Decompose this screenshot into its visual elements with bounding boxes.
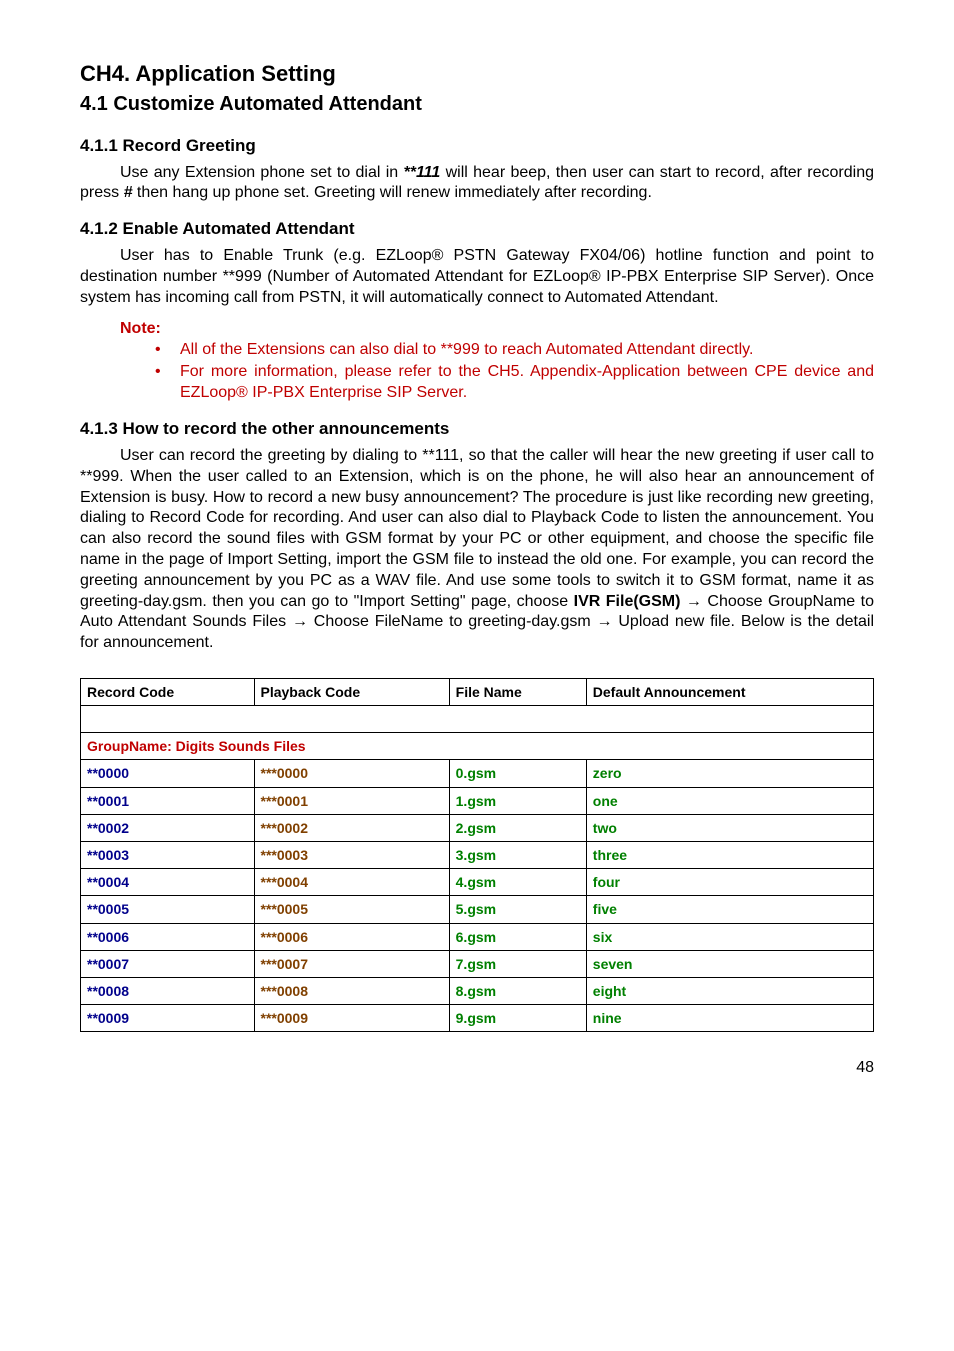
announcement-cell: nine	[586, 1005, 873, 1032]
header-record-code: Record Code	[81, 679, 255, 706]
group-name-cell: GroupName: Digits Sounds Files	[81, 733, 874, 760]
table-row: **0000***00000.gsmzero	[81, 760, 874, 787]
file-name-cell: 5.gsm	[449, 896, 586, 923]
record-code-cell: **0008	[81, 977, 255, 1004]
file-name-cell: 8.gsm	[449, 977, 586, 1004]
playback-code-cell: ***0001	[254, 787, 449, 814]
announcement-cell: two	[586, 814, 873, 841]
record-code-cell: **0000	[81, 760, 255, 787]
page-number: 48	[80, 1058, 874, 1079]
announcement-cell: six	[586, 923, 873, 950]
subsection-413-heading: 4.1.3 How to record the other announceme…	[80, 418, 874, 440]
file-name-cell: 1.gsm	[449, 787, 586, 814]
file-name-cell: 6.gsm	[449, 923, 586, 950]
file-name-cell: 0.gsm	[449, 760, 586, 787]
header-playback-code: Playback Code	[254, 679, 449, 706]
file-name-cell: 4.gsm	[449, 869, 586, 896]
record-code-cell: **0009	[81, 1005, 255, 1032]
note-item: All of the Extensions can also dial to *…	[155, 340, 874, 361]
playback-code-cell: ***0002	[254, 814, 449, 841]
playback-code-cell: ***0003	[254, 841, 449, 868]
announcement-cell: five	[586, 896, 873, 923]
text-fragment: Use any Extension phone set to dial in	[120, 164, 404, 181]
text-fragment: then hang up phone set. Greeting will re…	[132, 184, 651, 201]
announcement-cell: three	[586, 841, 873, 868]
playback-code-cell: ***0004	[254, 869, 449, 896]
playback-code-cell: ***0005	[254, 896, 449, 923]
file-name-cell: 9.gsm	[449, 1005, 586, 1032]
playback-code-cell: ***0009	[254, 1005, 449, 1032]
table-row: **0003***00033.gsmthree	[81, 841, 874, 868]
table-row: **0004***00044.gsmfour	[81, 869, 874, 896]
table-row: **0006***00066.gsmsix	[81, 923, 874, 950]
table-row: **0008***00088.gsmeight	[81, 977, 874, 1004]
table-row: **0002***00022.gsmtwo	[81, 814, 874, 841]
subsection-411-heading: 4.1.1 Record Greeting	[80, 135, 874, 157]
file-name-cell: 7.gsm	[449, 950, 586, 977]
record-code-cell: **0001	[81, 787, 255, 814]
header-file-name: File Name	[449, 679, 586, 706]
announcement-cell: eight	[586, 977, 873, 1004]
header-default-announcement: Default Announcement	[586, 679, 873, 706]
playback-code-cell: ***0000	[254, 760, 449, 787]
playback-code-cell: ***0007	[254, 950, 449, 977]
chapter-title: CH4. Application Setting	[80, 60, 874, 89]
sounds-table: GroupName: Digits Sounds Files Record Co…	[80, 678, 874, 1032]
table-blank-row	[81, 706, 874, 733]
dial-code: **111	[404, 164, 441, 181]
subsection-411-paragraph: Use any Extension phone set to dial in *…	[80, 163, 874, 205]
table-header-row: Record Code Playback Code File Name Defa…	[81, 679, 874, 706]
announcement-cell: four	[586, 869, 873, 896]
note-list: All of the Extensions can also dial to *…	[80, 340, 874, 404]
section-title: 4.1 Customize Automated Attendant	[80, 91, 874, 117]
table-row: **0001***00011.gsmone	[81, 787, 874, 814]
record-code-cell: **0007	[81, 950, 255, 977]
record-code-cell: **0003	[81, 841, 255, 868]
table-row: **0005***00055.gsmfive	[81, 896, 874, 923]
record-code-cell: **0004	[81, 869, 255, 896]
playback-code-cell: ***0006	[254, 923, 449, 950]
subsection-412-heading: 4.1.2 Enable Automated Attendant	[80, 218, 874, 240]
note-item: For more information, please refer to th…	[155, 362, 874, 404]
file-name-cell: 2.gsm	[449, 814, 586, 841]
file-name-cell: 3.gsm	[449, 841, 586, 868]
playback-code-cell: ***0008	[254, 977, 449, 1004]
subsection-413-paragraph: User can record the greeting by dialing …	[80, 446, 874, 654]
table-row: **0009***00099.gsmnine	[81, 1005, 874, 1032]
table-row: **0007***00077.gsmseven	[81, 950, 874, 977]
text-fragment: User can record the greeting by dialing …	[80, 447, 874, 610]
ivr-file-label: IVR File(GSM) →	[574, 593, 702, 610]
record-code-cell: **0006	[81, 923, 255, 950]
announcement-cell: one	[586, 787, 873, 814]
announcement-cell: seven	[586, 950, 873, 977]
record-code-cell: **0005	[81, 896, 255, 923]
announcement-cell: zero	[586, 760, 873, 787]
subsection-412-paragraph: User has to Enable Trunk (e.g. EZLoop® P…	[80, 246, 874, 308]
table-group-row: GroupName: Digits Sounds Files	[81, 733, 874, 760]
note-label: Note:	[120, 319, 874, 340]
record-code-cell: **0002	[81, 814, 255, 841]
